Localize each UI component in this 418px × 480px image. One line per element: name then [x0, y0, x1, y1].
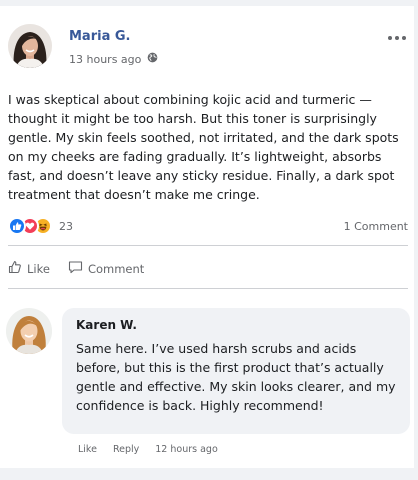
post-card: Maria G. 13 hours ago I was skeptical ab…	[0, 6, 414, 468]
reactions-summary: 23 1 Comment	[8, 214, 408, 238]
post-author-avatar[interactable]	[8, 24, 52, 68]
reaction-count[interactable]: 23	[59, 220, 73, 233]
like-button-label: Like	[27, 261, 50, 276]
reaction-icons[interactable]	[8, 217, 52, 235]
comment-timestamp[interactable]: 12 hours ago	[155, 444, 218, 455]
comment-reply-link[interactable]: Reply	[113, 444, 139, 455]
comment-like-link[interactable]: Like	[78, 444, 97, 455]
post-author-name[interactable]: Maria G.	[69, 29, 130, 44]
commenter-name[interactable]: Karen W.	[76, 318, 396, 332]
like-button[interactable]: Like	[8, 260, 50, 277]
avatar-woman-dark-hair-icon	[8, 24, 52, 68]
comment-button-label: Comment	[87, 261, 145, 276]
post-meta: 13 hours ago	[69, 52, 158, 66]
globe-icon	[147, 52, 158, 66]
post-body-text: I was skeptical about combining kojic ac…	[8, 92, 399, 202]
divider	[8, 245, 408, 246]
avatar-woman-blonde-hair-icon	[6, 308, 52, 354]
thumbs-up-icon	[8, 260, 22, 277]
post-timestamp[interactable]: 13 hours ago	[69, 53, 141, 66]
comment-count-link[interactable]: 1 Comment	[344, 220, 408, 233]
comment-actions: Like Reply 12 hours ago	[78, 444, 218, 455]
divider	[8, 288, 408, 289]
more-options-icon[interactable]	[388, 36, 406, 40]
comment-bubble-icon	[68, 260, 83, 277]
commenter-avatar[interactable]	[6, 308, 52, 354]
comment-button[interactable]: Comment	[68, 260, 144, 277]
post-actions-bar: Like Comment	[8, 260, 144, 277]
comment-bubble: Karen W. Same here. I’ve used harsh scru…	[62, 308, 410, 434]
comment-text: Same here. I’ve used harsh scrubs and ac…	[76, 341, 396, 413]
like-reaction-icon	[8, 217, 26, 235]
